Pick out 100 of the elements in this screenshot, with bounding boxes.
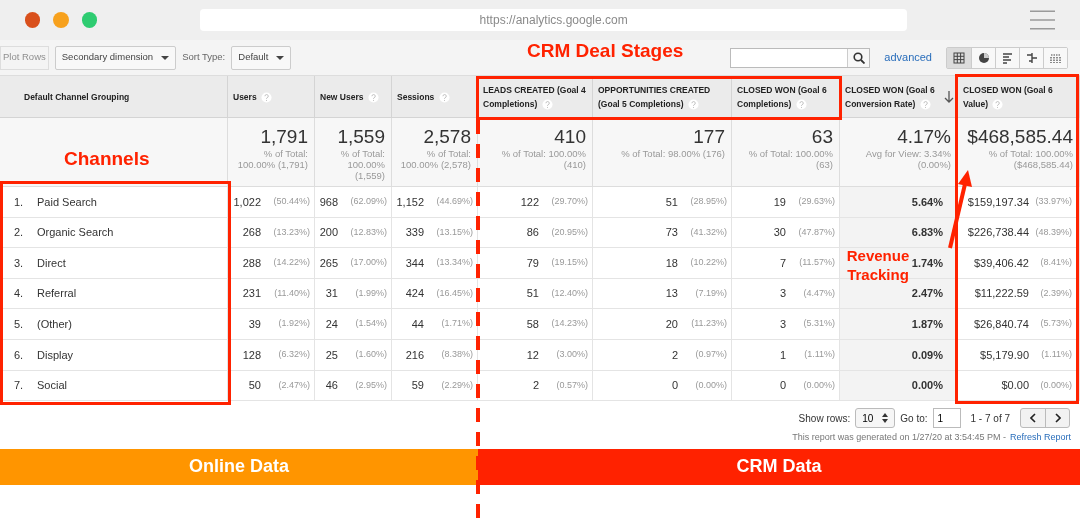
metric-value: 7 [779, 255, 786, 271]
percent-share: (0.00%) [1039, 378, 1072, 392]
channel-name[interactable]: Referral [37, 285, 77, 302]
view-toggle-button[interactable] [947, 47, 971, 68]
advanced-link[interactable]: advanced [884, 49, 932, 66]
metric-value: 79 [526, 255, 539, 271]
help-icon[interactable] [992, 98, 1004, 110]
percent-share: (2.95%) [354, 378, 387, 392]
metric-value: 20 [665, 316, 678, 332]
help-icon[interactable] [367, 91, 379, 103]
metric-value: 2 [532, 378, 539, 394]
percent-share: (0.97%) [694, 348, 727, 361]
percent-share: (13.23%) [272, 225, 310, 239]
address-bar[interactable]: https://analytics.google.com [200, 9, 907, 31]
total-note: % of Total: 98.00% (176) [621, 148, 725, 159]
window-minimize-button[interactable] [53, 12, 69, 28]
metric-value: 46 [325, 378, 338, 394]
view-toggle-button[interactable] [1043, 47, 1067, 68]
help-icon[interactable] [541, 98, 553, 110]
metric-value: 5.64% [911, 194, 943, 210]
metric-value: 1 [779, 347, 786, 363]
column-header[interactable]: Default Channel Grouping [24, 89, 130, 104]
view-toggle-button[interactable] [1019, 47, 1043, 68]
percent-share: (1.99%) [354, 286, 387, 300]
secondary-dimension-dropdown[interactable]: Secondary dimension [54, 45, 177, 70]
menu-icon[interactable] [1029, 10, 1055, 30]
channel-name[interactable]: Social [37, 377, 67, 394]
row-number: 1. [13, 194, 25, 210]
metric-value: 51 [665, 194, 678, 210]
percent-share: (8.41%) [1039, 256, 1072, 270]
metric-value: $226,738.44 [967, 225, 1029, 241]
view-toggle-button[interactable] [995, 47, 1019, 68]
metric-value: 18 [665, 255, 678, 271]
show-rows-label: Show rows: [798, 411, 851, 426]
channel-name[interactable]: (Other) [37, 315, 72, 333]
refresh-report-link[interactable]: Refresh Report [1009, 431, 1071, 445]
row-number: 7. [13, 378, 25, 394]
metric-value: 1,152 [396, 194, 424, 210]
metric-value: 12 [526, 347, 539, 363]
metric-value: 1.74% [911, 255, 943, 271]
help-icon[interactable] [261, 91, 272, 103]
metric-value: 0.00% [911, 378, 943, 394]
metric-value: 200 [319, 225, 338, 241]
total-note: % of Total: 100.00% (63) [747, 148, 833, 170]
report-note: This report was generated on 1/27/20 at 3:54:45 PM - [792, 431, 1006, 445]
metric-value: 86 [526, 225, 539, 241]
metric-value: 30 [773, 225, 786, 241]
percent-share: (33.97%) [1034, 195, 1072, 209]
metric-value: 50 [248, 378, 261, 394]
pivot-icon [1049, 51, 1062, 64]
percent-share: (41.32%) [689, 225, 727, 239]
column-header[interactable]: Users [233, 89, 272, 104]
percent-share: (0.00%) [802, 378, 835, 392]
bar-list-icon [1001, 51, 1014, 64]
help-icon[interactable] [687, 98, 699, 110]
band-label: CRM Data [736, 455, 822, 479]
metric-value: 24 [325, 316, 338, 332]
total-value: 177 [693, 126, 725, 148]
total-note: Avg for View: 3.34% (0.00%) [864, 148, 951, 170]
comparison-icon [1025, 51, 1038, 64]
metric-value: 44 [411, 316, 424, 332]
annotation-label: Channels [64, 147, 150, 171]
help-icon[interactable] [919, 98, 931, 110]
window-maximize-button[interactable] [81, 12, 98, 28]
metric-value: $39,406.42 [973, 255, 1029, 271]
metric-value: 2 [671, 347, 678, 363]
metric-value: 1,022 [233, 194, 261, 210]
channel-name[interactable]: Paid Search [37, 193, 97, 211]
window-close-button[interactable] [25, 12, 41, 28]
sort-type-dropdown[interactable]: Default [231, 45, 292, 70]
percent-share: (20.95%) [550, 225, 588, 239]
chevron-right-icon [1054, 413, 1061, 424]
help-icon[interactable] [795, 98, 807, 110]
total-note: % of Total: 100.00% ($468,585.44) [987, 148, 1073, 170]
sort-arrow-icon[interactable] [944, 90, 954, 103]
channel-name[interactable]: Direct [37, 254, 66, 272]
total-value: 1,559 [337, 126, 385, 148]
percent-share: (28.95%) [689, 195, 727, 209]
percent-share: (12.40%) [550, 286, 588, 300]
search-icon[interactable] [852, 51, 865, 64]
page-range: 1 - 7 of 7 [970, 411, 1010, 426]
view-toggle-group[interactable] [946, 46, 1068, 69]
metric-value: $5,179.90 [980, 347, 1029, 363]
percent-share: (44.69%) [435, 195, 473, 209]
total-value: 410 [554, 126, 586, 148]
percent-share: (62.09%) [349, 195, 387, 209]
help-icon[interactable] [438, 91, 450, 103]
view-toggle-button[interactable] [971, 47, 995, 68]
channel-name[interactable]: Organic Search [37, 224, 114, 241]
metric-value: 968 [319, 194, 338, 210]
percent-share: (50.44%) [272, 195, 310, 209]
go-to-field[interactable]: 1 [932, 408, 961, 429]
percent-share: (16.45%) [435, 286, 473, 300]
stepper-icon [882, 413, 889, 424]
percent-share: (29.63%) [797, 195, 835, 209]
metric-value: 339 [405, 225, 424, 241]
search-field[interactable] [730, 47, 871, 68]
rows-per-page-select[interactable]: 10 [855, 408, 896, 429]
metric-value: 424 [405, 286, 424, 302]
channel-name[interactable]: Display [37, 346, 74, 363]
